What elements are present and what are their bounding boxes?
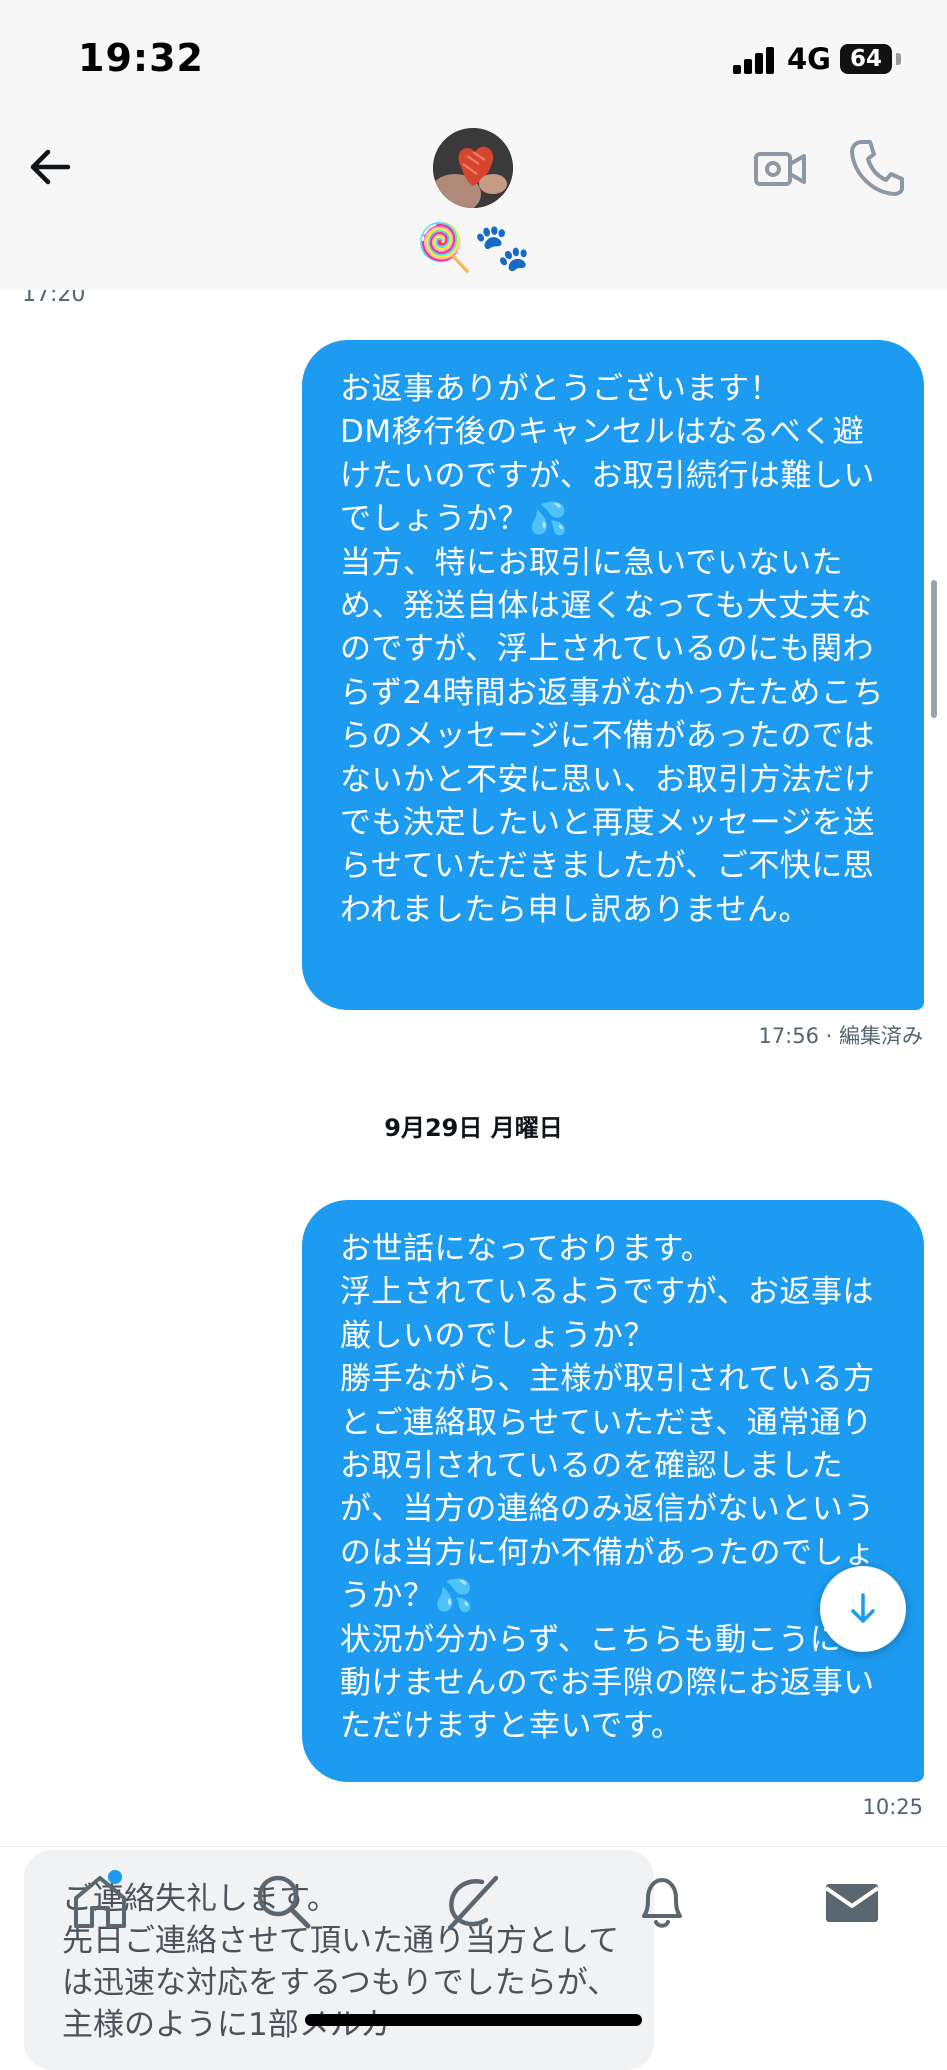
back-button[interactable] — [24, 140, 78, 194]
battery-tip — [896, 53, 901, 65]
signal-icon — [733, 46, 777, 74]
date-separator: 9月29日 月曜日 — [384, 1114, 563, 1142]
tab-notifications[interactable] — [630, 1870, 694, 1934]
avatar[interactable] — [433, 128, 513, 208]
status-time: 19:32 — [78, 36, 204, 80]
avatar-image — [433, 128, 513, 208]
arrow-left-icon — [30, 149, 71, 185]
tab-search[interactable] — [252, 1870, 316, 1934]
scroll-to-bottom-button[interactable] — [820, 1566, 906, 1652]
battery-icon: 64 — [840, 44, 892, 74]
message-bubble[interactable]: お返事ありがとうございます！ DM移行後のキャンセルはなるべく避けたいのですが、… — [302, 340, 924, 1010]
message-meta: 10:25 — [862, 1795, 923, 1819]
status-bar: 19:32 4G 64 — [0, 0, 947, 120]
network-type: 4G — [787, 42, 831, 76]
chat-header: 🍭🐾 — [0, 120, 947, 290]
message-meta: 17:56 · 編集済み — [758, 1024, 923, 1048]
home-indicator[interactable] — [305, 2014, 642, 2026]
video-call-button[interactable] — [752, 140, 810, 198]
home-icon — [74, 1876, 126, 1928]
messages-icon — [824, 1884, 880, 1922]
video-icon — [754, 152, 806, 186]
home-notification-dot — [108, 1870, 122, 1884]
grok-icon — [447, 1875, 499, 1931]
voice-call-button[interactable] — [848, 136, 906, 198]
contact-name[interactable]: 🍭🐾 — [0, 220, 947, 275]
tab-grok[interactable] — [440, 1870, 504, 1934]
message-bubble[interactable]: お世話になっております。 浮上されているようですが、お返事は厳しいのでしょうか？… — [302, 1200, 924, 1782]
tab-home[interactable] — [68, 1870, 132, 1934]
divider — [0, 1846, 947, 1847]
notifications-icon — [642, 1878, 682, 1928]
search-icon — [257, 1875, 311, 1929]
arrow-down-icon — [851, 1593, 875, 1623]
scrollbar[interactable] — [931, 580, 937, 718]
phone-icon — [850, 140, 904, 196]
tab-messages[interactable] — [820, 1870, 884, 1934]
